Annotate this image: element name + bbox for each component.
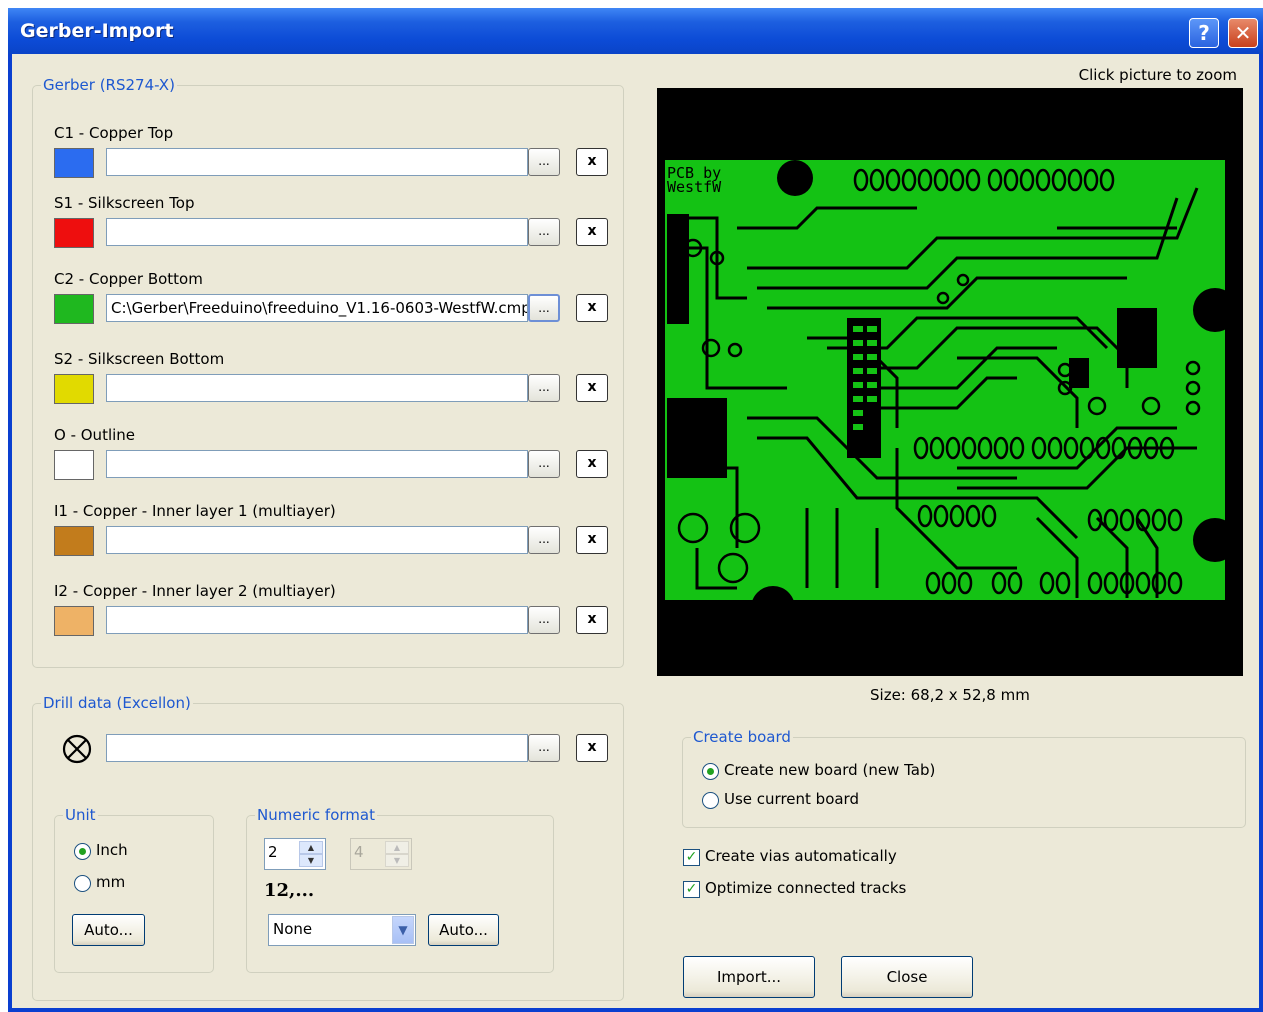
optimize-tracks-label: Optimize connected tracks	[705, 879, 907, 897]
create-board-legend: Create board	[693, 728, 791, 746]
layer-color-swatch[interactable]	[54, 606, 94, 636]
unit-legend: Unit	[65, 806, 96, 824]
zoom-hint: Click picture to zoom	[1078, 66, 1237, 84]
unit-inch-radio[interactable]	[74, 843, 91, 860]
dialog-window: Gerber-Import ? ✕ Gerber (RS274-X) C1 - …	[8, 8, 1263, 1012]
layer-browse-button[interactable]: ...	[528, 526, 560, 554]
layer-label: I1 - Copper - Inner layer 1 (multiayer)	[54, 502, 336, 520]
layer-file-input[interactable]	[106, 526, 528, 554]
pcb-preview[interactable]: PCB by WestfW	[657, 88, 1243, 676]
layer-color-swatch[interactable]	[54, 374, 94, 404]
layer-file-input[interactable]: C:\Gerber\Freeduino\freeduino_V1.16-0603…	[106, 294, 528, 322]
layer-clear-button[interactable]: x	[576, 526, 608, 554]
dialog-body: Gerber (RS274-X) C1 - Copper Top... x S1 -…	[12, 54, 1259, 1008]
number-example: 12,...	[264, 880, 315, 901]
numeric-format-legend: Numeric format	[257, 806, 375, 824]
optimize-tracks-checkbox[interactable]: ✓	[683, 881, 700, 898]
spin-up-icon[interactable]: ▲	[299, 841, 323, 854]
unit-auto-button[interactable]: Auto...	[72, 914, 145, 946]
layer-file-input[interactable]	[106, 148, 528, 176]
decimal-digits-value: 4	[354, 843, 364, 861]
layer-clear-button[interactable]: x	[576, 218, 608, 246]
layer-label: C2 - Copper Bottom	[54, 270, 203, 288]
layer-label: S2 - Silkscreen Bottom	[54, 350, 225, 368]
layer-browse-button[interactable]: ...	[528, 450, 560, 478]
drill-browse-button[interactable]: ...	[528, 734, 560, 762]
layer-color-swatch[interactable]	[54, 148, 94, 178]
use-current-board-label: Use current board	[724, 790, 859, 808]
layer-browse-button[interactable]: ...	[528, 218, 560, 246]
layer-browse-button[interactable]: ...	[528, 606, 560, 634]
drill-icon	[62, 734, 92, 764]
use-current-board-radio[interactable]	[702, 792, 719, 809]
integer-digits-spinner[interactable]: 2 ▲ ▼	[264, 838, 326, 870]
layer-file-input[interactable]	[106, 606, 528, 634]
board-size-label: Size: 68,2 x 52,8 mm	[870, 686, 1030, 704]
layer-label: C1 - Copper Top	[54, 124, 174, 142]
close-button[interactable]: Close	[841, 956, 973, 998]
layer-label: S1 - Silkscreen Top	[54, 194, 195, 212]
pcb-board	[665, 160, 1225, 600]
decimal-digits-spinner: 4 ▲ ▼	[350, 838, 412, 870]
spin-up-icon: ▲	[385, 841, 409, 854]
unit-mm-radio[interactable]	[74, 875, 91, 892]
layer-file-input[interactable]	[106, 450, 528, 478]
create-vias-label: Create vias automatically	[705, 847, 897, 865]
help-button[interactable]: ?	[1189, 18, 1219, 48]
import-button[interactable]: Import...	[683, 956, 815, 998]
spin-down-icon: ▼	[385, 854, 409, 867]
layer-clear-button[interactable]: x	[576, 148, 608, 176]
drill-file-input[interactable]	[106, 734, 528, 762]
chevron-down-icon[interactable]: ▼	[392, 916, 414, 944]
layer-file-input[interactable]	[106, 218, 528, 246]
title-bar[interactable]: Gerber-Import ? ✕	[8, 8, 1263, 54]
layer-color-swatch[interactable]	[54, 294, 94, 324]
layer-color-swatch[interactable]	[54, 526, 94, 556]
window-title: Gerber-Import	[20, 20, 174, 42]
create-new-board-label: Create new board (new Tab)	[724, 761, 936, 779]
create-new-board-radio[interactable]	[702, 763, 719, 780]
layer-browse-button[interactable]: ...	[528, 374, 560, 402]
unit-mm-label: mm	[96, 873, 126, 891]
layer-clear-button[interactable]: x	[576, 606, 608, 634]
layer-clear-button[interactable]: x	[576, 374, 608, 402]
layer-color-swatch[interactable]	[54, 450, 94, 480]
layer-color-swatch[interactable]	[54, 218, 94, 248]
zero-suppression-select[interactable]: None ▼	[268, 914, 416, 946]
pcb-preview-image: PCB by WestfW	[665, 160, 1237, 630]
numeric-auto-button[interactable]: Auto...	[428, 914, 499, 946]
layer-browse-button[interactable]: ...	[528, 148, 560, 176]
spin-down-icon[interactable]: ▼	[299, 854, 323, 867]
unit-inch-label: Inch	[96, 841, 128, 859]
create-vias-checkbox[interactable]: ✓	[683, 849, 700, 866]
zero-suppression-value: None	[273, 920, 313, 938]
pcb-credit-line-2: WestfW	[667, 178, 722, 196]
layer-clear-button[interactable]: x	[576, 450, 608, 478]
layer-label: I2 - Copper - Inner layer 2 (multiayer)	[54, 582, 336, 600]
close-window-button[interactable]: ✕	[1228, 18, 1258, 48]
integer-digits-value: 2	[268, 843, 278, 861]
layer-clear-button[interactable]: x	[576, 294, 608, 322]
drill-clear-button[interactable]: x	[576, 734, 608, 762]
layer-browse-button[interactable]: ...	[528, 294, 560, 322]
gerber-legend: Gerber (RS274-X)	[43, 76, 175, 94]
layer-file-input[interactable]	[106, 374, 528, 402]
drill-legend: Drill data (Excellon)	[43, 694, 191, 712]
layer-label: O - Outline	[54, 426, 136, 444]
